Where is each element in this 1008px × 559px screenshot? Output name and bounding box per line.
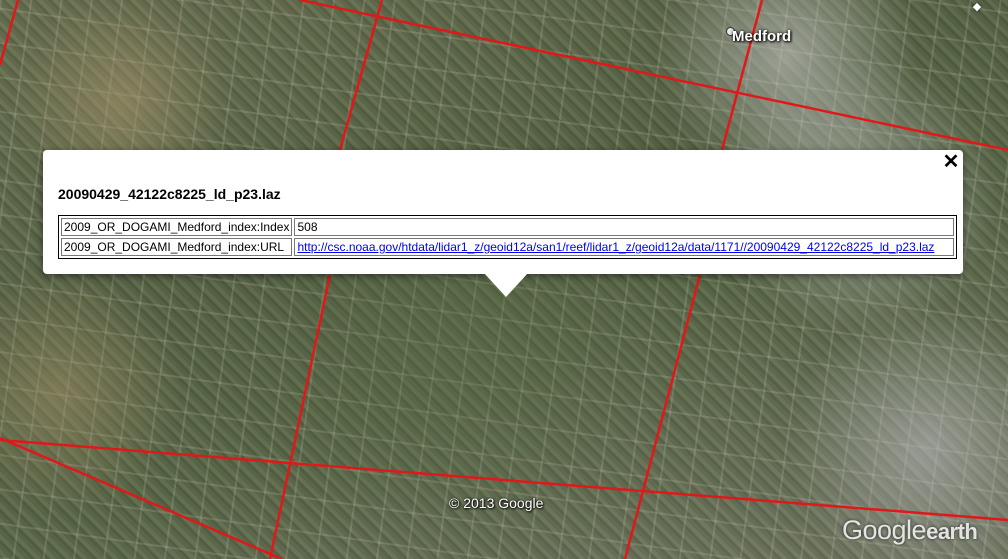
balloon-title: 20090429_42122c8225_ld_p23.laz bbox=[58, 186, 281, 202]
data-url-link[interactable]: http://csc.noaa.gov/htdata/lidar1_z/geoi… bbox=[297, 240, 934, 254]
balloon-pointer bbox=[484, 273, 528, 297]
city-label[interactable]: Medford bbox=[732, 28, 791, 45]
logo-brand: Google bbox=[842, 515, 927, 545]
copyright-notice: © 2013 Google bbox=[449, 495, 544, 511]
grid-line bbox=[338, 0, 384, 151]
attribute-key: 2009_OR_DOGAMI_Medford_index:Index bbox=[61, 218, 293, 236]
close-icon[interactable]: ✕ bbox=[941, 152, 961, 172]
grid-line bbox=[623, 274, 702, 559]
grid-line bbox=[0, 0, 20, 66]
attribute-value: http://csc.noaa.gov/htdata/lidar1_z/geoi… bbox=[294, 238, 955, 256]
attribute-key: 2009_OR_DOGAMI_Medford_index:URL bbox=[61, 238, 293, 256]
logo-product: earth bbox=[926, 519, 978, 544]
google-earth-logo: Googleearth bbox=[842, 515, 978, 546]
grid-line bbox=[299, 0, 1008, 152]
attribute-value: 508 bbox=[294, 218, 955, 236]
grid-line bbox=[720, 0, 764, 151]
info-balloon: ✕ 20090429_42122c8225_ld_p23.laz 2009_OR… bbox=[43, 150, 963, 274]
attribute-table: 2009_OR_DOGAMI_Medford_index:Index 508 2… bbox=[58, 215, 958, 259]
north-indicator-icon[interactable]: ◆ bbox=[968, 0, 986, 13]
table-row: 2009_OR_DOGAMI_Medford_index:URL http://… bbox=[61, 238, 955, 256]
grid-line bbox=[0, 436, 283, 559]
table-row: 2009_OR_DOGAMI_Medford_index:Index 508 bbox=[61, 218, 955, 236]
grid-line bbox=[268, 274, 332, 559]
